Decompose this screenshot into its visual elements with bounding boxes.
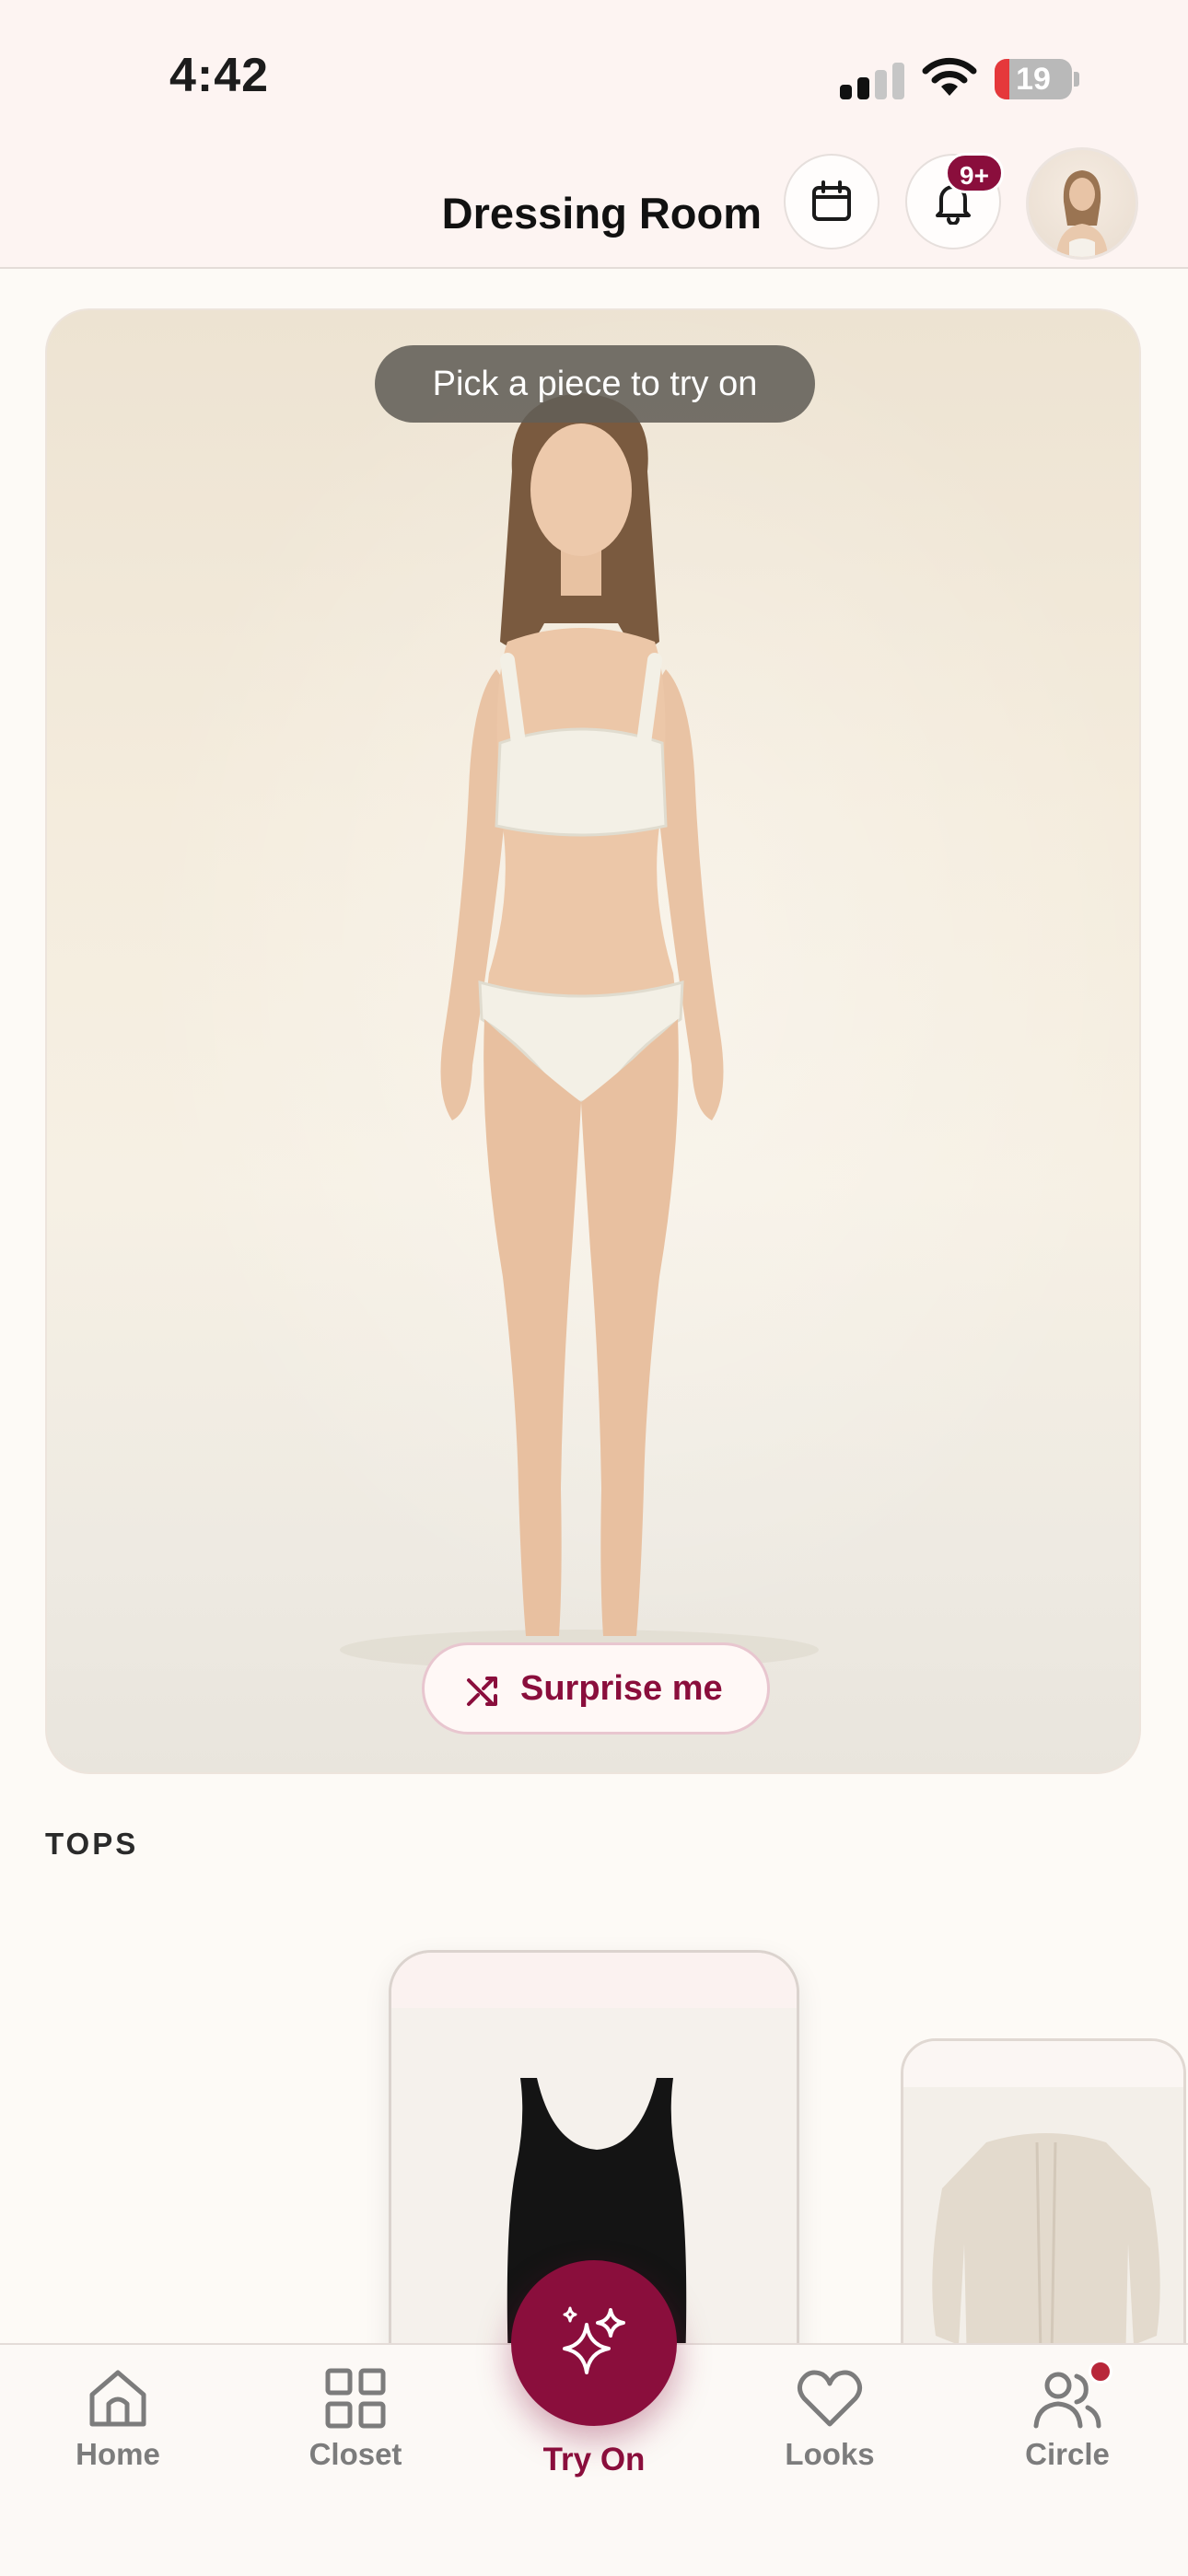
pick-piece-hint: Pick a piece to try on [375,345,815,423]
tab-label-home: Home [76,2437,160,2471]
section-label-tops: TOPS [45,1827,139,1861]
tab-home[interactable]: Home [35,2345,201,2529]
shuffle-icon [467,1677,497,1706]
wifi-icon [922,57,977,96]
cellular-signal-icon [840,61,904,99]
app-header: Dressing Room 9+ [0,147,1188,269]
tab-circle[interactable]: Circle [984,2345,1150,2529]
status-time: 4:42 [169,49,270,102]
sparkles-icon [563,2306,625,2374]
calendar-icon [812,180,851,221]
heart-icon [797,2370,863,2427]
tab-label-circle: Circle [1025,2437,1110,2471]
tab-label-looks: Looks [785,2437,875,2471]
try-on-button[interactable] [511,2260,677,2426]
page-title: Dressing Room [441,189,762,238]
model-photo [340,393,819,1670]
tab-closet[interactable]: Closet [273,2345,438,2529]
tab-label-closet: Closet [309,2437,402,2471]
surprise-me-button[interactable]: Surprise me [422,1642,770,1735]
home-icon [89,2370,146,2427]
calendar-button[interactable] [784,154,879,249]
notification-badge: 9+ [945,153,1004,193]
grid-icon [325,2368,386,2429]
try-on-preview-card: Pick a piece to try on Surprise me [45,308,1141,1774]
tab-looks[interactable]: Looks [747,2345,913,2529]
tab-label-try-on: Try On [542,2442,646,2477]
battery-icon: 19 [995,59,1079,99]
avatar-portrait-icon [1056,170,1108,257]
surprise-me-label: Surprise me [520,1669,723,1708]
battery-level: 19 [1016,62,1051,97]
circle-notification-dot [1089,2360,1112,2384]
status-bar: 4:42 19 [0,0,1188,147]
avatar[interactable] [1026,147,1138,260]
